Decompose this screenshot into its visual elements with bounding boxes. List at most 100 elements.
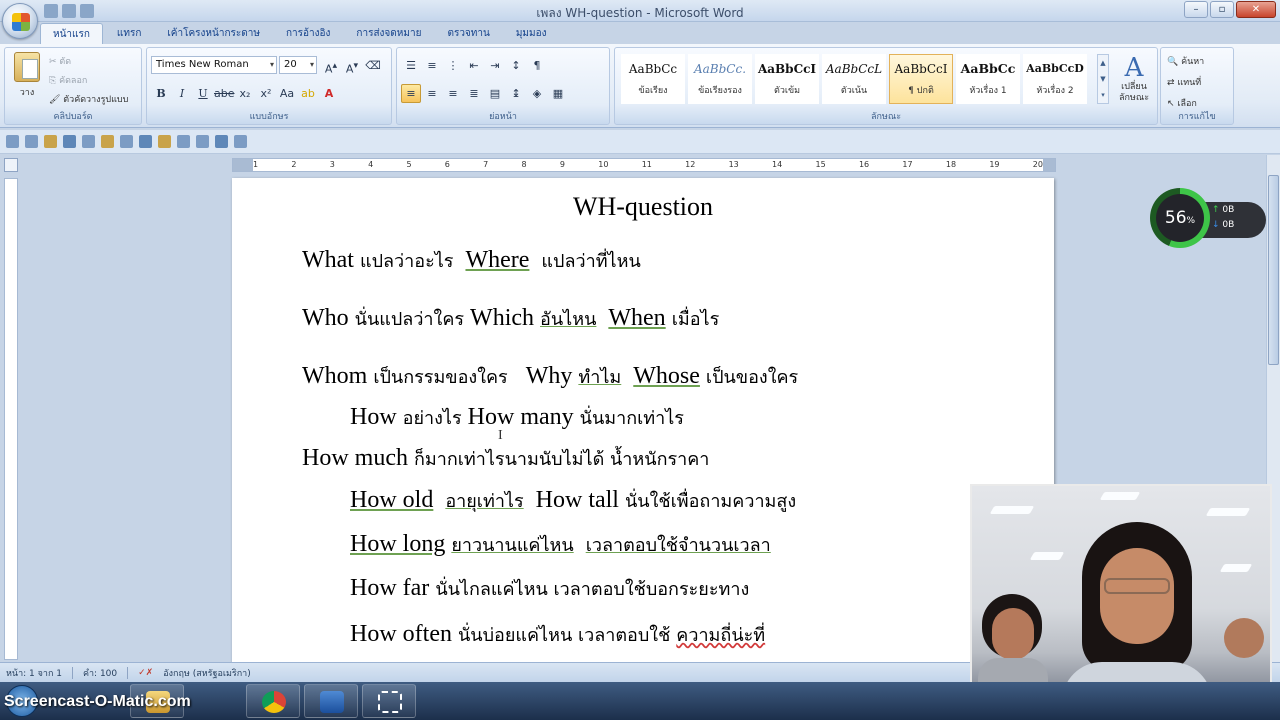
page-icon[interactable]: [177, 135, 190, 148]
preview-icon[interactable]: [196, 135, 209, 148]
tab-home[interactable]: หน้าแรก: [40, 23, 103, 45]
usage-unit: %: [1186, 216, 1196, 226]
redo-icon[interactable]: [44, 135, 57, 148]
page-count[interactable]: หน้า: 1 จาก 1: [6, 666, 62, 680]
copy-button[interactable]: ⎘ คัดลอก: [49, 73, 128, 87]
style-sample: AaBbCcL: [825, 62, 883, 76]
tab-references[interactable]: การอ้างอิง: [274, 23, 342, 45]
style-sample: AaBbCc.: [693, 62, 747, 76]
find-button[interactable]: 🔍 ค้นหา: [1167, 54, 1204, 68]
sort-button[interactable]: ↕: [506, 56, 526, 75]
vertical-ruler[interactable]: [4, 178, 18, 660]
folder-icon[interactable]: [101, 135, 114, 148]
pilcrow-icon[interactable]: [234, 135, 247, 148]
copy-icon[interactable]: [139, 135, 152, 148]
styles-scroll[interactable]: ▲ ▼ ▾: [1097, 54, 1109, 104]
print-preview-icon[interactable]: [215, 135, 228, 148]
taskbar-word[interactable]: [304, 684, 358, 718]
word: How much: [302, 445, 408, 471]
multilevel-list-button[interactable]: ⋮: [443, 56, 463, 75]
align-center-button[interactable]: ≡: [422, 84, 442, 103]
style-no-spacing[interactable]: AaBbCc ข้อเรียง: [621, 54, 685, 104]
chevron-down-icon: ▾: [309, 60, 314, 69]
tab-selector[interactable]: [4, 158, 18, 172]
usage-gauge: 56%: [1150, 188, 1210, 248]
style-heading-2[interactable]: AaBbCcD หัวเรื่อง 2: [1023, 54, 1087, 104]
show-marks-button[interactable]: ¶: [527, 56, 547, 75]
taskbar-chrome[interactable]: [246, 684, 300, 718]
bullets-button[interactable]: ☰: [401, 56, 421, 75]
proofing-icon[interactable]: ✓✗: [138, 668, 153, 678]
document-page[interactable]: WH-question What แปลว่าอะไร Where แปลว่า…: [232, 178, 1054, 662]
usage-percent: 56%: [1156, 194, 1204, 242]
tab-mailings[interactable]: การส่งจดหมาย: [344, 23, 433, 45]
superscript-button[interactable]: x²: [256, 84, 276, 103]
font-size-select[interactable]: 20 ▾: [279, 56, 317, 74]
quick-access-toolbar: [0, 130, 1280, 154]
table-icon[interactable]: [120, 135, 133, 148]
taskbar-screen-capture[interactable]: [362, 684, 416, 718]
justify-button[interactable]: ≣: [464, 84, 484, 103]
subscript-button[interactable]: x₂: [235, 84, 255, 103]
font-group: Times New Roman ▾ 20 ▾ A▴ A▾ ⌫ B I U abe x…: [146, 47, 392, 125]
clipboard-icon: [14, 52, 40, 82]
change-case-button[interactable]: Aa: [277, 84, 297, 103]
shrink-font-button[interactable]: A▾: [342, 56, 362, 76]
align-left-button[interactable]: ≡: [401, 84, 421, 103]
tab-page-layout[interactable]: เค้าโครงหน้ากระดาษ: [155, 23, 272, 45]
numbering-button[interactable]: ≡: [422, 56, 442, 75]
style-normal[interactable]: AaBbCcI ¶ ปกติ: [889, 54, 953, 104]
ruler-tick: 11: [641, 160, 652, 169]
doc-line-5: How much ก็มากเท่าไรนามนับไม่ได้ น้ำหนัก…: [302, 444, 709, 473]
ruler-tick: 6: [444, 160, 450, 169]
style-strong[interactable]: AaBbCcI ตัวเข้ม: [755, 54, 819, 104]
undo-icon[interactable]: [25, 135, 38, 148]
list-icon[interactable]: [82, 135, 95, 148]
font-name-select[interactable]: Times New Roman ▾: [151, 56, 277, 74]
increase-indent-button[interactable]: ⇥: [485, 56, 505, 75]
grow-font-button[interactable]: A▴: [321, 56, 341, 76]
style-subtitle[interactable]: AaBbCc. ข้อเรียงรอง: [688, 54, 752, 104]
minimize-button[interactable]: –: [1184, 1, 1208, 18]
strikethrough-button[interactable]: abe: [214, 84, 235, 103]
maximize-button[interactable]: ▫: [1210, 1, 1234, 18]
paragraph-group-label: ย่อหน้า: [489, 112, 517, 122]
borders-button[interactable]: ▦: [548, 84, 568, 103]
change-styles-button[interactable]: A เปลี่ยน ลักษณะ: [1113, 54, 1155, 104]
font-color-button[interactable]: A: [319, 84, 339, 103]
replace-label: แทนที่: [1177, 78, 1202, 88]
word-count[interactable]: คำ: 100: [83, 666, 117, 680]
highlight-button[interactable]: ab: [298, 84, 318, 103]
underline-button[interactable]: U: [193, 84, 213, 103]
distributed-button[interactable]: ▤: [485, 84, 505, 103]
office-button[interactable]: [2, 3, 38, 39]
replace-button[interactable]: ⇄ แทนที่: [1167, 75, 1204, 89]
tab-view[interactable]: มุมมอง: [504, 23, 559, 45]
horizontal-ruler[interactable]: 1 2 3 4 5 6 7 8 9 10 11 12 13 14 15 16 17 18 19 20: [232, 158, 1056, 172]
align-right-button[interactable]: ≡: [443, 84, 463, 103]
tab-insert[interactable]: แทรก: [105, 23, 153, 45]
word-icon: [320, 691, 344, 713]
word: What: [302, 247, 354, 273]
doc-line-3: Whom เป็นกรรมของใคร Why ทำไม Whose เป็นข…: [302, 362, 798, 391]
scroll-thumb[interactable]: [1268, 175, 1279, 365]
language-indicator[interactable]: อังกฤษ (สหรัฐอเมริกา): [163, 666, 251, 680]
save-icon[interactable]: [6, 135, 19, 148]
style-emphasis[interactable]: AaBbCcL ตัวเน้น: [822, 54, 886, 104]
line-spacing-button[interactable]: ↨: [506, 84, 526, 103]
format-painter-button[interactable]: 🖌 ตัวคัดวางรูปแบบ: [49, 92, 128, 106]
bold-button[interactable]: B: [151, 84, 171, 103]
window-controls: – ▫ ✕: [1184, 1, 1276, 18]
shading-button[interactable]: ◈: [527, 84, 547, 103]
decrease-indent-button[interactable]: ⇤: [464, 56, 484, 75]
text-icon[interactable]: [63, 135, 76, 148]
close-button[interactable]: ✕: [1236, 1, 1276, 18]
paste-button[interactable]: วาง: [11, 52, 43, 100]
italic-button[interactable]: I: [172, 84, 192, 103]
style-heading-1[interactable]: AaBbCc หัวเรื่อง 1: [956, 54, 1020, 104]
clear-format-button[interactable]: ⌫: [363, 56, 383, 75]
edit-icon[interactable]: [158, 135, 171, 148]
select-button[interactable]: ↖ เลือก: [1167, 96, 1204, 110]
tab-review[interactable]: ตรวจทาน: [435, 23, 501, 45]
cut-button[interactable]: ✂ ตัด: [49, 54, 128, 68]
